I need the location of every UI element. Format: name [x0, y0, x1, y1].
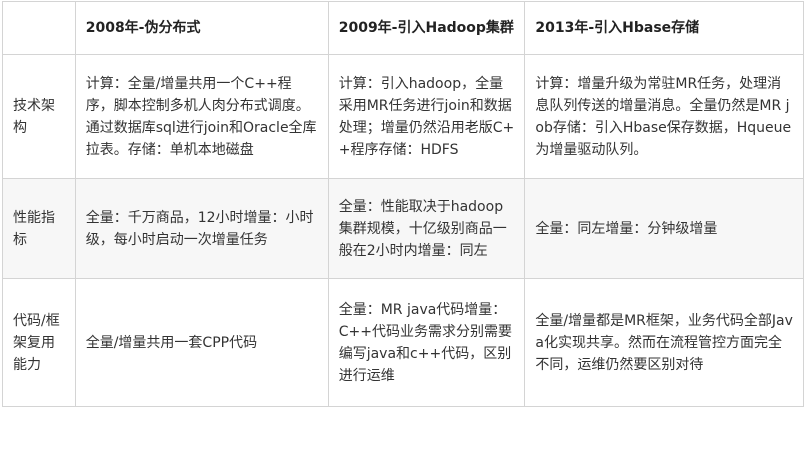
- cell-2013-tech-architecture: 计算：增量升级为常驻MR任务，处理消息队列传送的增量消息。全量仍然是MR job…: [524, 54, 804, 179]
- header-corner-cell: [2, 1, 76, 55]
- row-label-performance: 性能指标: [2, 178, 76, 279]
- cell-2008-code-reuse: 全量/增量共用一套CPP代码: [74, 278, 329, 407]
- cell-2009-code-reuse: 全量：MR java代码增量：C++代码业务需求分别需要编写java和c++代码…: [327, 278, 526, 407]
- table-row-performance: 性能指标 全量：千万商品，12小时增量：小时级，每小时启动一次增量任务 全量：性…: [2, 178, 804, 279]
- header-2009: 2009年-引入Hadoop集群: [327, 1, 526, 55]
- table-row-code-reuse: 代码/框架复用能力 全量/增量共用一套CPP代码 全量：MR java代码增量：…: [2, 278, 804, 407]
- row-label-tech-architecture: 技术架构: [2, 54, 76, 179]
- cell-2013-code-reuse: 全量/增量都是MR框架，业务代码全部Java化实现共享。然而在流程管控方面完全不…: [524, 278, 804, 407]
- cell-2013-performance: 全量：同左增量：分钟级增量: [524, 178, 804, 279]
- table-row-tech-architecture: 技术架构 计算：全量/增量共用一个C++程序，脚本控制多机人肉分布式调度。通过数…: [2, 54, 804, 179]
- header-2013: 2013年-引入Hbase存储: [524, 1, 804, 55]
- row-label-code-reuse: 代码/框架复用能力: [2, 278, 76, 407]
- architecture-comparison-table: 2008年-伪分布式 2009年-引入Hadoop集群 2013年-引入Hbas…: [2, 1, 804, 407]
- cell-2008-tech-architecture: 计算：全量/增量共用一个C++程序，脚本控制多机人肉分布式调度。通过数据库sql…: [74, 54, 329, 179]
- cell-2008-performance: 全量：千万商品，12小时增量：小时级，每小时启动一次增量任务: [74, 178, 329, 279]
- table-header-row: 2008年-伪分布式 2009年-引入Hadoop集群 2013年-引入Hbas…: [2, 1, 804, 55]
- cell-2009-tech-architecture: 计算：引入hadoop，全量采用MR任务进行join和数据处理；增量仍然沿用老版…: [327, 54, 526, 179]
- cell-2009-performance: 全量：性能取决于hadoop集群规模，十亿级别商品一般在2小时内增量：同左: [327, 178, 526, 279]
- header-2008: 2008年-伪分布式: [74, 1, 329, 55]
